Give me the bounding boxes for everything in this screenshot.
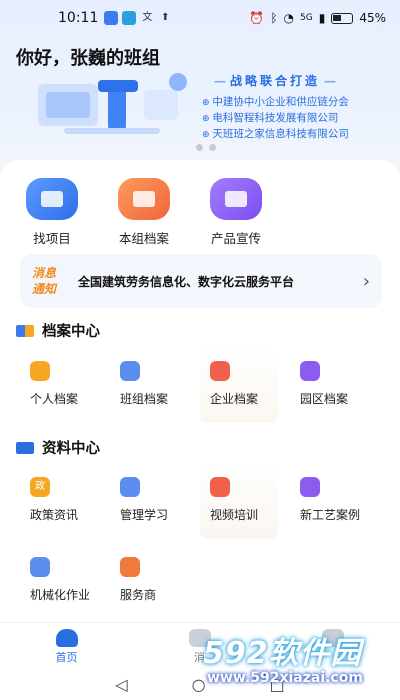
carousel-dot[interactable] [196, 144, 203, 151]
company-file-icon [210, 361, 230, 381]
app-notification-icon [104, 11, 119, 25]
upload-icon: ⬆ [161, 12, 170, 23]
partner-item: 中建协中小企业和供应链分会 [202, 95, 349, 111]
quick-label: 找项目 [33, 231, 71, 246]
page-greeting: 你好，张巍的班组 [16, 48, 160, 69]
park-file-icon [300, 361, 320, 381]
grid-label: 班组档案 [120, 392, 169, 406]
archive-team[interactable]: 班组档案 [110, 347, 188, 423]
resource-center-title: 资料中心 [16, 437, 100, 458]
grid-label: 企业档案 [210, 392, 259, 406]
grid-label: 政策资讯 [30, 508, 79, 522]
archive-personal[interactable]: 个人档案 [20, 347, 98, 423]
chevron-right-icon: › [362, 270, 370, 292]
home-icon [55, 629, 78, 647]
archive-center-title: 档案中心 [16, 320, 100, 341]
carousel-dots [196, 144, 216, 151]
chat-notification-icon [122, 11, 137, 25]
signal-label: 5G [300, 13, 313, 23]
video-icon [210, 477, 230, 497]
translate-icon: 文 [142, 12, 153, 23]
carousel-dot[interactable] [209, 144, 216, 151]
resource-machinery[interactable]: 机械化作业 [20, 543, 98, 619]
battery-level: 45% [359, 11, 386, 25]
building-icon [210, 178, 262, 220]
partner-item: 天班班之家信息科技有限公司 [202, 127, 349, 143]
nav-label: 首页 [55, 651, 78, 664]
notice-badge-line: 消息 [32, 266, 57, 280]
quick-actions: 找项目 本组档案 产品宣传 [20, 178, 268, 247]
resource-process[interactable]: 新工艺案例 [290, 463, 368, 539]
quick-product-promo[interactable]: 产品宣传 [204, 178, 268, 247]
resource-learning[interactable]: 管理学习 [110, 463, 188, 539]
resource-policy[interactable]: 政 政策资讯 [20, 463, 98, 539]
learning-icon [120, 477, 140, 497]
resource-grid-row-2: 机械化作业 服务商 [20, 543, 188, 619]
quick-label: 产品宣传 [210, 231, 261, 246]
wifi-icon: ◔ [283, 11, 295, 25]
service-icon [120, 557, 140, 577]
archive-grid: 个人档案 班组档案 企业档案 园区档案 [20, 347, 368, 423]
policy-icon: 政 [30, 477, 50, 497]
grid-label: 机械化作业 [30, 588, 91, 602]
section-title-text: 档案中心 [42, 324, 100, 340]
archive-icon [118, 178, 170, 220]
grid-label: 园区档案 [300, 392, 349, 406]
notice-text: 全国建筑劳务信息化、数字化云服务平台 [78, 274, 295, 289]
resource-video[interactable]: 视频培训 [200, 463, 278, 539]
watermark-logo: 592软件园 [203, 636, 362, 671]
notice-bar[interactable]: 消息 通知 全国建筑劳务信息化、数字化云服务平台 › [20, 254, 382, 308]
machinery-icon [30, 557, 50, 577]
grid-label: 个人档案 [30, 392, 79, 406]
quick-label: 本组档案 [118, 231, 169, 246]
quick-team-archive[interactable]: 本组档案 [112, 178, 176, 247]
resource-service[interactable]: 服务商 [110, 543, 188, 619]
folder-icon [26, 178, 78, 220]
watermark: 592软件园 www.592xiazai.com [195, 620, 400, 700]
notice-badge-line: 通知 [32, 282, 57, 296]
grid-label: 视频培训 [210, 508, 259, 522]
team-file-icon [120, 361, 140, 381]
signal-icon: ▮ [318, 11, 326, 25]
archive-company[interactable]: 企业档案 [200, 347, 278, 423]
nav-home[interactable]: 首页 [0, 623, 133, 668]
banner-title: 战略联合打造 [210, 72, 340, 89]
folder-icon [16, 441, 34, 454]
status-right: ⏰ ᛒ ◔ 5G ▮ 45% [249, 11, 386, 25]
partner-item: 电科智程科技发展有限公司 [202, 111, 349, 127]
alarm-icon: ⏰ [249, 11, 265, 25]
user-file-icon [30, 361, 50, 381]
grid-label: 管理学习 [120, 508, 169, 522]
banner-illustration [38, 73, 187, 134]
grid-label: 服务商 [120, 588, 157, 602]
watermark-url: www.592xiazai.com [207, 670, 363, 686]
process-icon [300, 477, 320, 497]
grid-label: 新工艺案例 [300, 508, 361, 522]
partner-list: 中建协中小企业和供应链分会 电科智程科技发展有限公司 天班班之家信息科技有限公司 [202, 95, 349, 143]
archive-park[interactable]: 园区档案 [290, 347, 368, 423]
back-icon[interactable]: ◁ [115, 675, 127, 694]
notice-badge: 消息 通知 [32, 265, 70, 297]
status-bar: 10:11 文 ⬆ ⏰ ᛒ ◔ 5G ▮ 45% [0, 0, 400, 36]
books-icon [16, 324, 34, 337]
bluetooth-icon: ᛒ [270, 11, 278, 25]
battery-icon [331, 12, 354, 24]
status-time: 10:11 [58, 10, 99, 26]
section-title-text: 资料中心 [42, 441, 100, 457]
quick-find-project[interactable]: 找项目 [20, 178, 84, 247]
resource-grid-row-1: 政 政策资讯 管理学习 视频培训 新工艺案例 [20, 463, 368, 539]
